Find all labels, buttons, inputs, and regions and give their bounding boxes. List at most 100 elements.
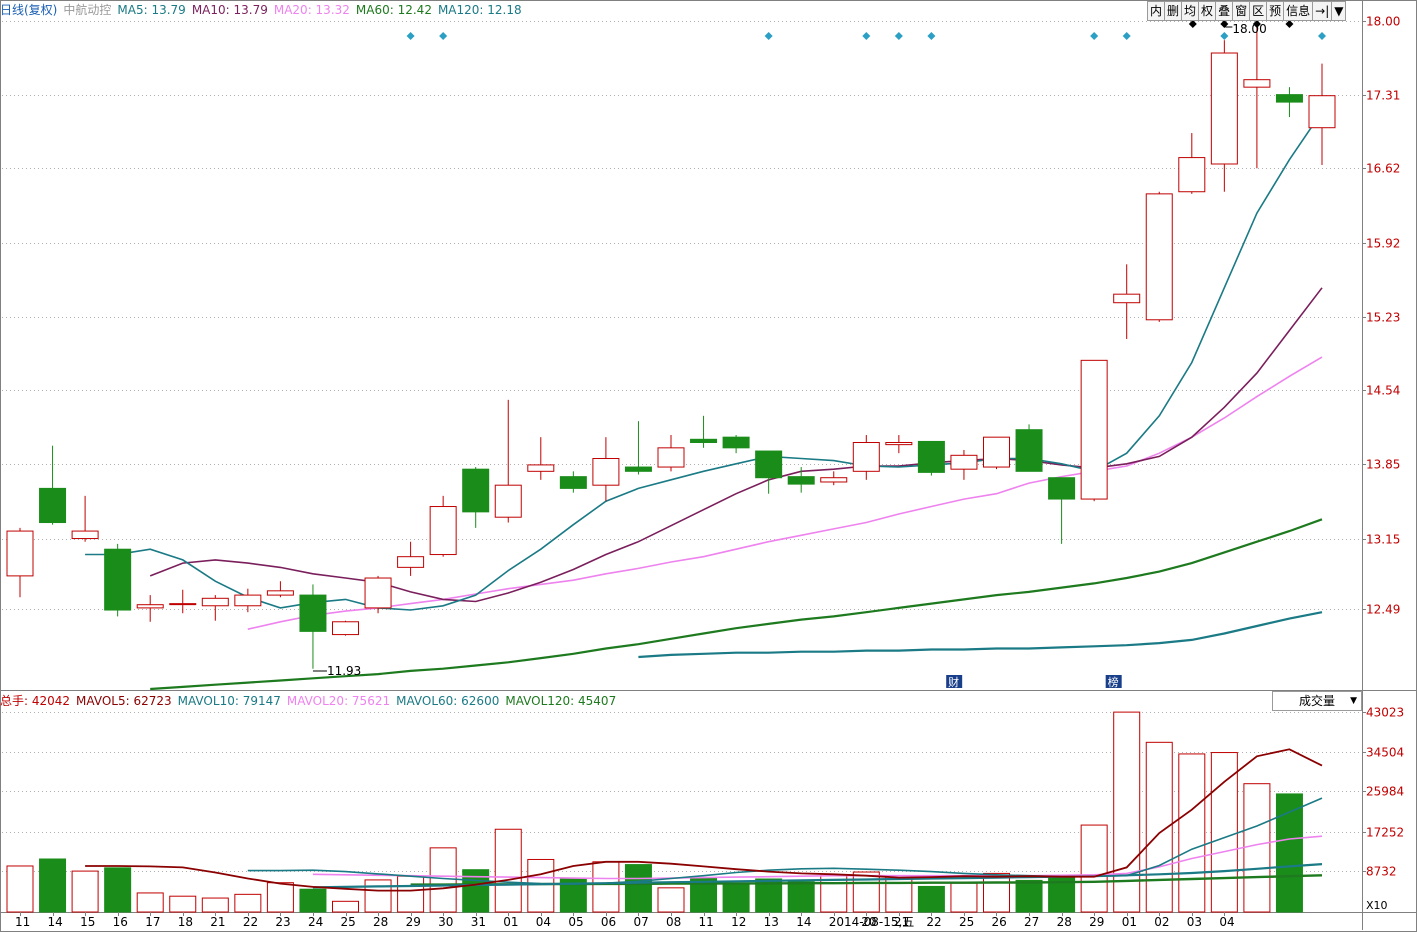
price-tick-label: 16.62 bbox=[1366, 162, 1400, 176]
candle-body bbox=[1145, 193, 1173, 321]
volume-bar bbox=[820, 875, 848, 913]
volume-bar bbox=[1210, 752, 1238, 913]
info-marker-icon bbox=[439, 32, 448, 40]
volume-bar bbox=[1243, 783, 1271, 913]
candle-body bbox=[950, 454, 978, 470]
date-tick-label: 23 bbox=[275, 915, 290, 929]
volume-bar bbox=[429, 847, 457, 913]
candle-body bbox=[462, 468, 490, 513]
candle-body bbox=[1243, 79, 1271, 88]
toolbar-button-nei[interactable]: 内 bbox=[1147, 1, 1166, 21]
date-tick-label: 22 bbox=[243, 915, 258, 929]
date-tick-label: 07 bbox=[633, 915, 648, 929]
price-tick-label: 14.54 bbox=[1366, 384, 1400, 398]
volume-tick-label: 17252 bbox=[1366, 826, 1404, 840]
candle bbox=[950, 449, 978, 480]
ma120-label: MA120: 12.18 bbox=[437, 3, 522, 17]
volume-bar bbox=[39, 858, 67, 913]
indicator-select-label: 成交量 bbox=[1299, 694, 1336, 708]
event-badge-bang: 榜 bbox=[1108, 675, 1119, 689]
toolbar-button-qu[interactable]: 区 bbox=[1249, 1, 1268, 21]
volume-bar bbox=[332, 900, 359, 913]
candle-body bbox=[1048, 477, 1076, 500]
candle-body bbox=[397, 556, 425, 568]
toolbar-button-chuang[interactable]: 窗 bbox=[1232, 1, 1251, 21]
candle bbox=[494, 399, 522, 523]
date-tick-label: 13 bbox=[764, 915, 779, 929]
period-label[interactable]: 日线(复权) bbox=[0, 3, 57, 17]
date-tick-label: 04 bbox=[1219, 915, 1234, 929]
date-tick-label: 28 bbox=[1057, 915, 1072, 929]
volume-bar bbox=[494, 828, 522, 913]
toolbar-dropdown-arrow[interactable]: ▼ bbox=[1331, 1, 1347, 21]
candle-body bbox=[755, 450, 783, 479]
info-marker-icon bbox=[862, 32, 871, 40]
volume-bar bbox=[917, 885, 945, 913]
price-tick-label: 18.00 bbox=[1366, 15, 1400, 29]
volume-bar bbox=[71, 870, 99, 913]
candle bbox=[1308, 63, 1336, 166]
date-tick-label: 28 bbox=[373, 915, 388, 929]
candle-body bbox=[983, 436, 1010, 468]
volume-bar bbox=[852, 871, 880, 913]
ma120-line bbox=[638, 611, 1323, 659]
price-tick-label: 13.85 bbox=[1366, 458, 1400, 472]
volume-bar bbox=[136, 892, 164, 913]
date-tick-label: 20 bbox=[861, 915, 876, 929]
candle bbox=[1145, 191, 1173, 322]
candle-body bbox=[1080, 359, 1108, 500]
toolbar-button-yu[interactable]: 预 bbox=[1266, 1, 1285, 21]
candle-body bbox=[657, 447, 685, 468]
chevron-down-icon: ▼ bbox=[1350, 696, 1357, 706]
date-tick-label: 04 bbox=[536, 915, 551, 929]
volume-unit-label: X10 bbox=[1366, 899, 1388, 912]
volume-bar bbox=[527, 858, 555, 913]
toolbar-button-quan[interactable]: 权 bbox=[1198, 1, 1217, 21]
toolbar-button-die[interactable]: 叠 bbox=[1215, 1, 1234, 21]
ma10-label: MA10: 13.79 bbox=[191, 3, 268, 17]
date-tick-label: 17 bbox=[145, 915, 160, 929]
candle bbox=[6, 527, 34, 598]
price-tick-label: 15.92 bbox=[1366, 237, 1400, 251]
toolbar-button-jun[interactable]: 均 bbox=[1181, 1, 1200, 21]
candle-body bbox=[136, 604, 164, 609]
candle bbox=[1048, 477, 1076, 544]
volume-tick-label: 8732 bbox=[1366, 865, 1397, 879]
candle-body bbox=[299, 594, 327, 632]
candle-body bbox=[624, 466, 652, 472]
volume-bar bbox=[6, 865, 34, 913]
volume-bar bbox=[657, 887, 685, 913]
candle-body bbox=[39, 487, 67, 524]
candle bbox=[201, 595, 229, 621]
date-tick-label: 01 bbox=[503, 915, 518, 929]
toolbar-button-shan[interactable]: 删 bbox=[1164, 1, 1183, 21]
toolbar-button-jump[interactable]: →| bbox=[1312, 1, 1333, 21]
volume-bar bbox=[885, 875, 913, 913]
mavol10-label: MAVOL10: 79147 bbox=[177, 694, 281, 708]
candle bbox=[364, 575, 392, 614]
volume-bar bbox=[624, 864, 652, 913]
candle-body bbox=[1308, 95, 1336, 129]
candle bbox=[820, 471, 848, 486]
candle-body bbox=[820, 477, 848, 483]
price-tick-label: 17.31 bbox=[1366, 89, 1400, 103]
candle bbox=[1243, 21, 1271, 169]
indicator-select[interactable]: 成交量 ▼ bbox=[1272, 691, 1362, 711]
date-tick-label: 27 bbox=[1024, 915, 1039, 929]
toolbar-button-xinxi[interactable]: 信息 bbox=[1283, 1, 1314, 21]
volume-bar bbox=[234, 893, 262, 913]
date-tick-label: 02 bbox=[1154, 915, 1169, 929]
date-tick-label: 29 bbox=[1089, 915, 1104, 929]
candle bbox=[104, 543, 132, 617]
candle-body bbox=[494, 484, 522, 518]
candle-body bbox=[332, 621, 359, 636]
candle bbox=[722, 435, 750, 454]
candle bbox=[983, 436, 1010, 470]
candle-body bbox=[71, 530, 99, 540]
volume-bar bbox=[169, 895, 197, 913]
date-tick-label: 05 bbox=[568, 915, 583, 929]
volume-bar bbox=[201, 897, 229, 913]
mavol5-label: MAVOL5: 62723 bbox=[76, 694, 172, 708]
candle-body bbox=[104, 548, 132, 611]
price-header: 日线(复权) 中航动控 MA5: 13.79 MA10: 13.79 MA20: 13.… bbox=[0, 0, 528, 20]
